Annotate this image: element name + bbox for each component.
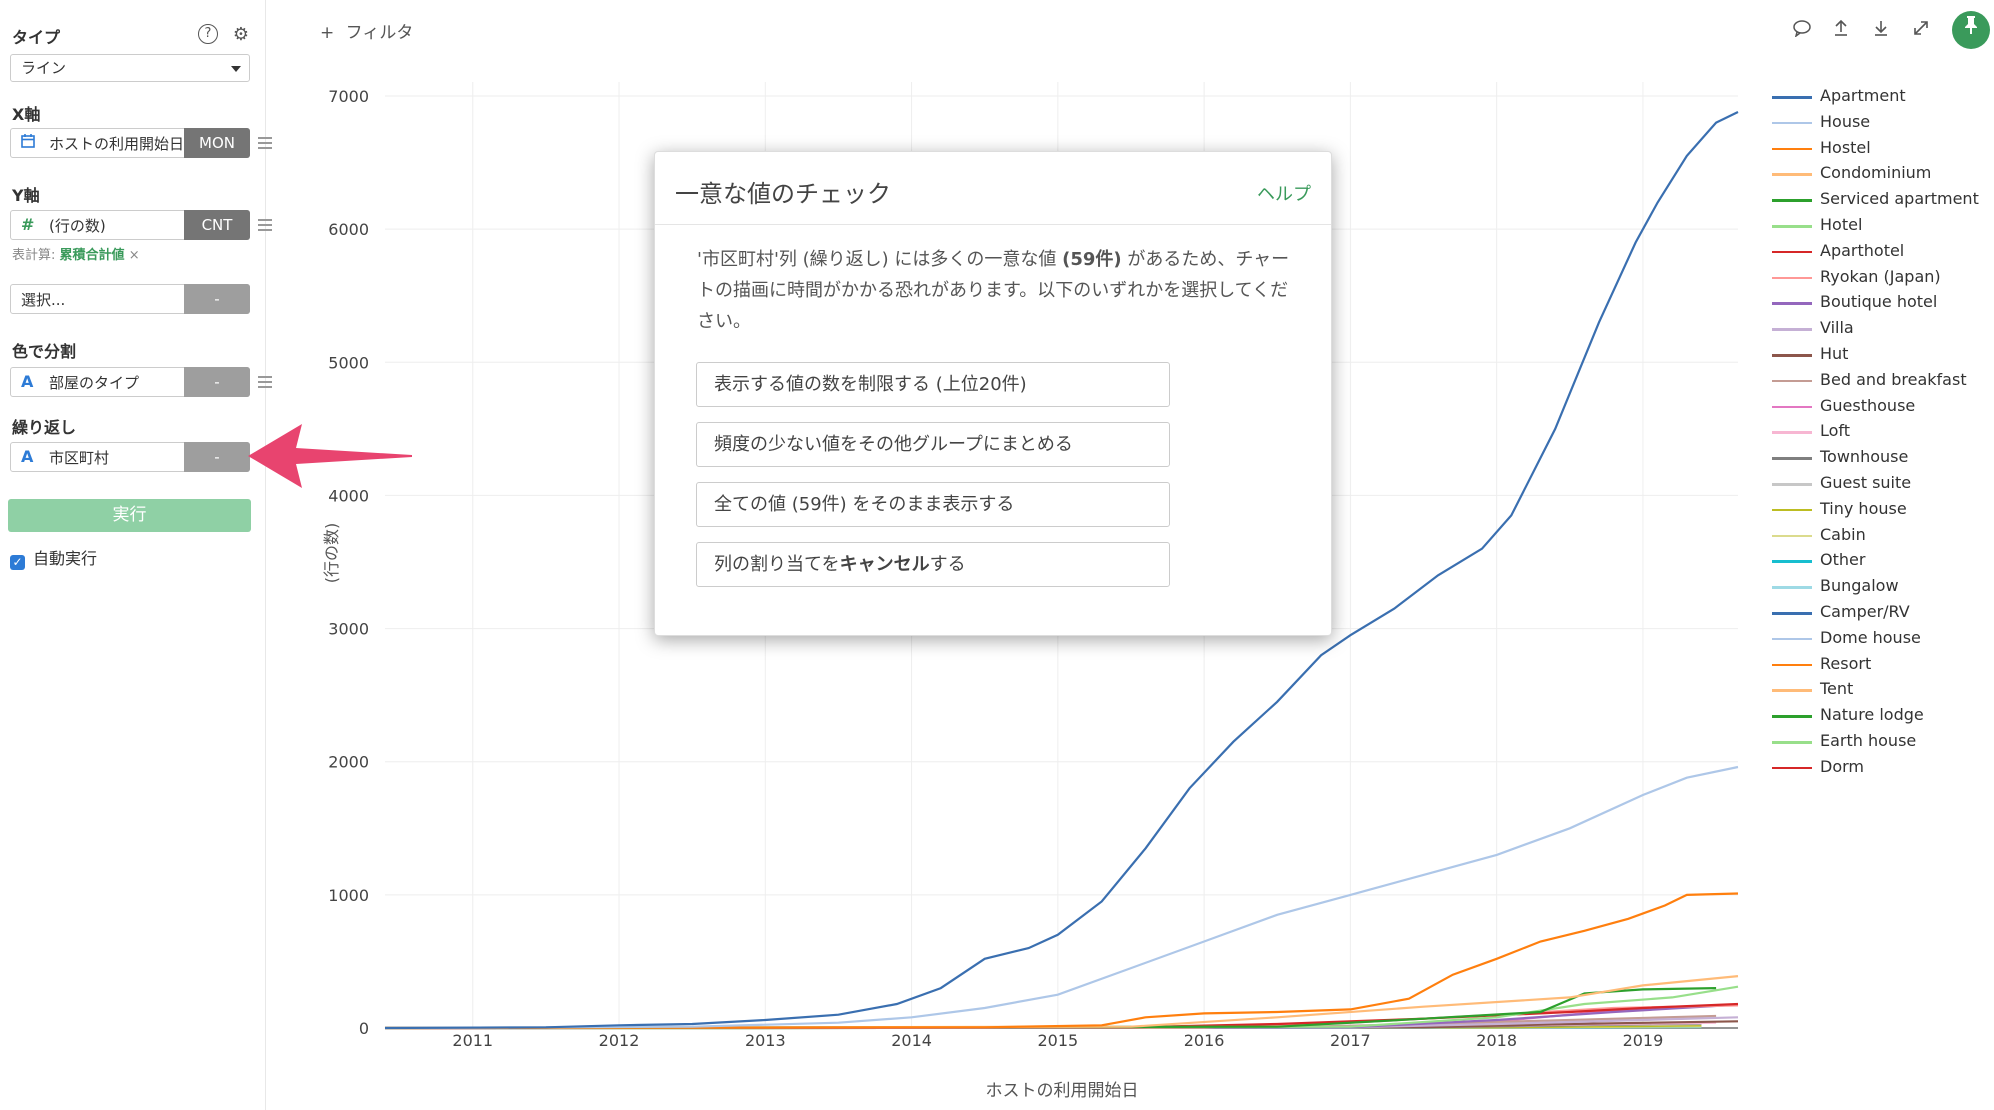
- legend-swatch: [1772, 276, 1812, 280]
- show-all-button[interactable]: 全ての値 (59件) をそのまま表示する: [696, 482, 1170, 527]
- x-axis-ticks: 2011 2012 2013 2014 2015 2016 2017 2018 2019: [452, 1031, 1663, 1050]
- cancel-option-pre: 列の割り当てを: [714, 554, 840, 575]
- cancel-option-post: する: [929, 554, 966, 575]
- legend-label: Aparthotel: [1820, 240, 1905, 260]
- y-tick-label: 5000: [328, 353, 369, 372]
- legend-label: Earth house: [1820, 731, 1917, 750]
- y-tick-label: 0: [359, 1019, 369, 1038]
- legend-swatch: [1772, 663, 1812, 667]
- legend-label: House: [1820, 111, 1871, 131]
- legend-swatch: [1772, 560, 1812, 563]
- legend-label: Ryokan (Japan): [1820, 266, 1941, 286]
- x-tick-label: 2015: [1037, 1031, 1078, 1050]
- legend-swatch: [1772, 328, 1812, 331]
- legend-label: Tiny house: [1820, 498, 1907, 518]
- legend-swatch: [1772, 405, 1812, 409]
- x-tick-label: 2016: [1184, 1031, 1225, 1050]
- legend-swatch: [1772, 96, 1812, 99]
- y-tick-label: 1000: [328, 886, 369, 905]
- legend-swatch: [1772, 534, 1812, 538]
- legend-swatch: [1772, 431, 1812, 434]
- x-axis-title: ホストの利用開始日: [986, 1081, 1139, 1101]
- legend-label: Nature lodge: [1820, 705, 1924, 725]
- series-line: [384, 892, 1739, 1030]
- legend-label: Townhouse: [1820, 447, 1909, 467]
- legend-swatch: [1772, 199, 1812, 202]
- y-tick-label: 6000: [328, 220, 369, 239]
- x-tick-label: 2012: [599, 1031, 640, 1050]
- legend-label: Loft: [1820, 421, 1851, 441]
- legend-swatch: [1772, 612, 1812, 615]
- legend-label: Cabin: [1820, 524, 1866, 544]
- x-tick-label: 2013: [745, 1031, 786, 1050]
- legend-swatch: [1772, 121, 1812, 125]
- x-tick-label: 2011: [452, 1031, 493, 1050]
- divider: [655, 224, 1331, 225]
- annotation-arrow: [248, 424, 412, 488]
- legend-label: Apartment: [1820, 86, 1906, 105]
- legend-label: Hostel: [1820, 137, 1871, 157]
- legend-label: Villa: [1820, 318, 1854, 338]
- legend-label: Serviced apartment: [1820, 189, 1979, 209]
- legend-label: Hotel: [1820, 215, 1863, 234]
- legend-swatch: [1772, 225, 1812, 228]
- legend-swatch: [1772, 715, 1812, 718]
- legend-swatch: [1772, 766, 1812, 770]
- legend-swatch: [1772, 250, 1812, 254]
- legend-label: Condominium: [1820, 163, 1932, 183]
- legend-swatch: [1772, 586, 1812, 589]
- legend-label: Hut: [1820, 344, 1849, 363]
- dialog-message-pre: '市区町村'列 (繰り返し) には多くの一意な値: [697, 249, 1063, 270]
- legend-swatch: [1772, 147, 1812, 151]
- legend-label: Dorm: [1820, 756, 1864, 776]
- legend-label: Bungalow: [1820, 576, 1899, 596]
- legend-label: Guesthouse: [1820, 395, 1916, 415]
- x-tick-label: 2017: [1330, 1031, 1371, 1050]
- legend-label: Resort: [1820, 653, 1872, 673]
- legend-swatch: [1772, 689, 1812, 692]
- legend-label: Boutique hotel: [1820, 292, 1938, 312]
- legend-swatch: [1772, 354, 1812, 357]
- cancel-assignment-button[interactable]: 列の割り当てをキャンセルする: [696, 542, 1170, 587]
- legend-label: Other: [1820, 550, 1866, 570]
- series-line: [384, 765, 1739, 1030]
- y-tick-label: 3000: [328, 620, 369, 639]
- legend-swatch: [1772, 457, 1812, 460]
- legend-swatch: [1772, 741, 1812, 744]
- y-tick-label: 2000: [328, 753, 369, 772]
- legend-swatch: [1772, 483, 1812, 486]
- legend-label: Tent: [1820, 679, 1854, 699]
- legend-swatch: [1772, 508, 1812, 512]
- legend-label: Bed and breakfast: [1820, 369, 1967, 389]
- legend-label: Camper/RV: [1820, 602, 1910, 621]
- dialog-message-count: (59件): [1062, 249, 1122, 270]
- legend-label: Guest suite: [1820, 473, 1912, 492]
- legend-swatch: [1772, 302, 1812, 305]
- cancel-option-bold: キャンセル: [839, 554, 930, 575]
- help-link[interactable]: ヘルプ: [1257, 180, 1311, 206]
- unique-values-dialog: 一意な値のチェック ヘルプ '市区町村'列 (繰り返し) には多くの一意な値 (…: [654, 151, 1332, 636]
- x-tick-label: 2018: [1476, 1031, 1517, 1050]
- group-others-button[interactable]: 頻度の少ない値をその他グループにまとめる: [696, 422, 1170, 467]
- y-tick-label: 7000: [328, 87, 369, 106]
- legend-swatch: [1772, 637, 1812, 641]
- y-axis-title: (行の数): [322, 523, 341, 584]
- legend-swatch: [1772, 173, 1812, 176]
- legend-label: Dome house: [1820, 627, 1921, 647]
- x-tick-label: 2019: [1623, 1031, 1664, 1050]
- limit-values-button[interactable]: 表示する値の数を制限する (上位20件): [696, 362, 1170, 407]
- x-tick-label: 2014: [891, 1031, 932, 1050]
- legend-swatch: [1772, 379, 1812, 383]
- dialog-message: '市区町村'列 (繰り返し) には多くの一意な値 (59件) があるため、チャー…: [697, 244, 1297, 337]
- dialog-title: 一意な値のチェック: [675, 180, 891, 208]
